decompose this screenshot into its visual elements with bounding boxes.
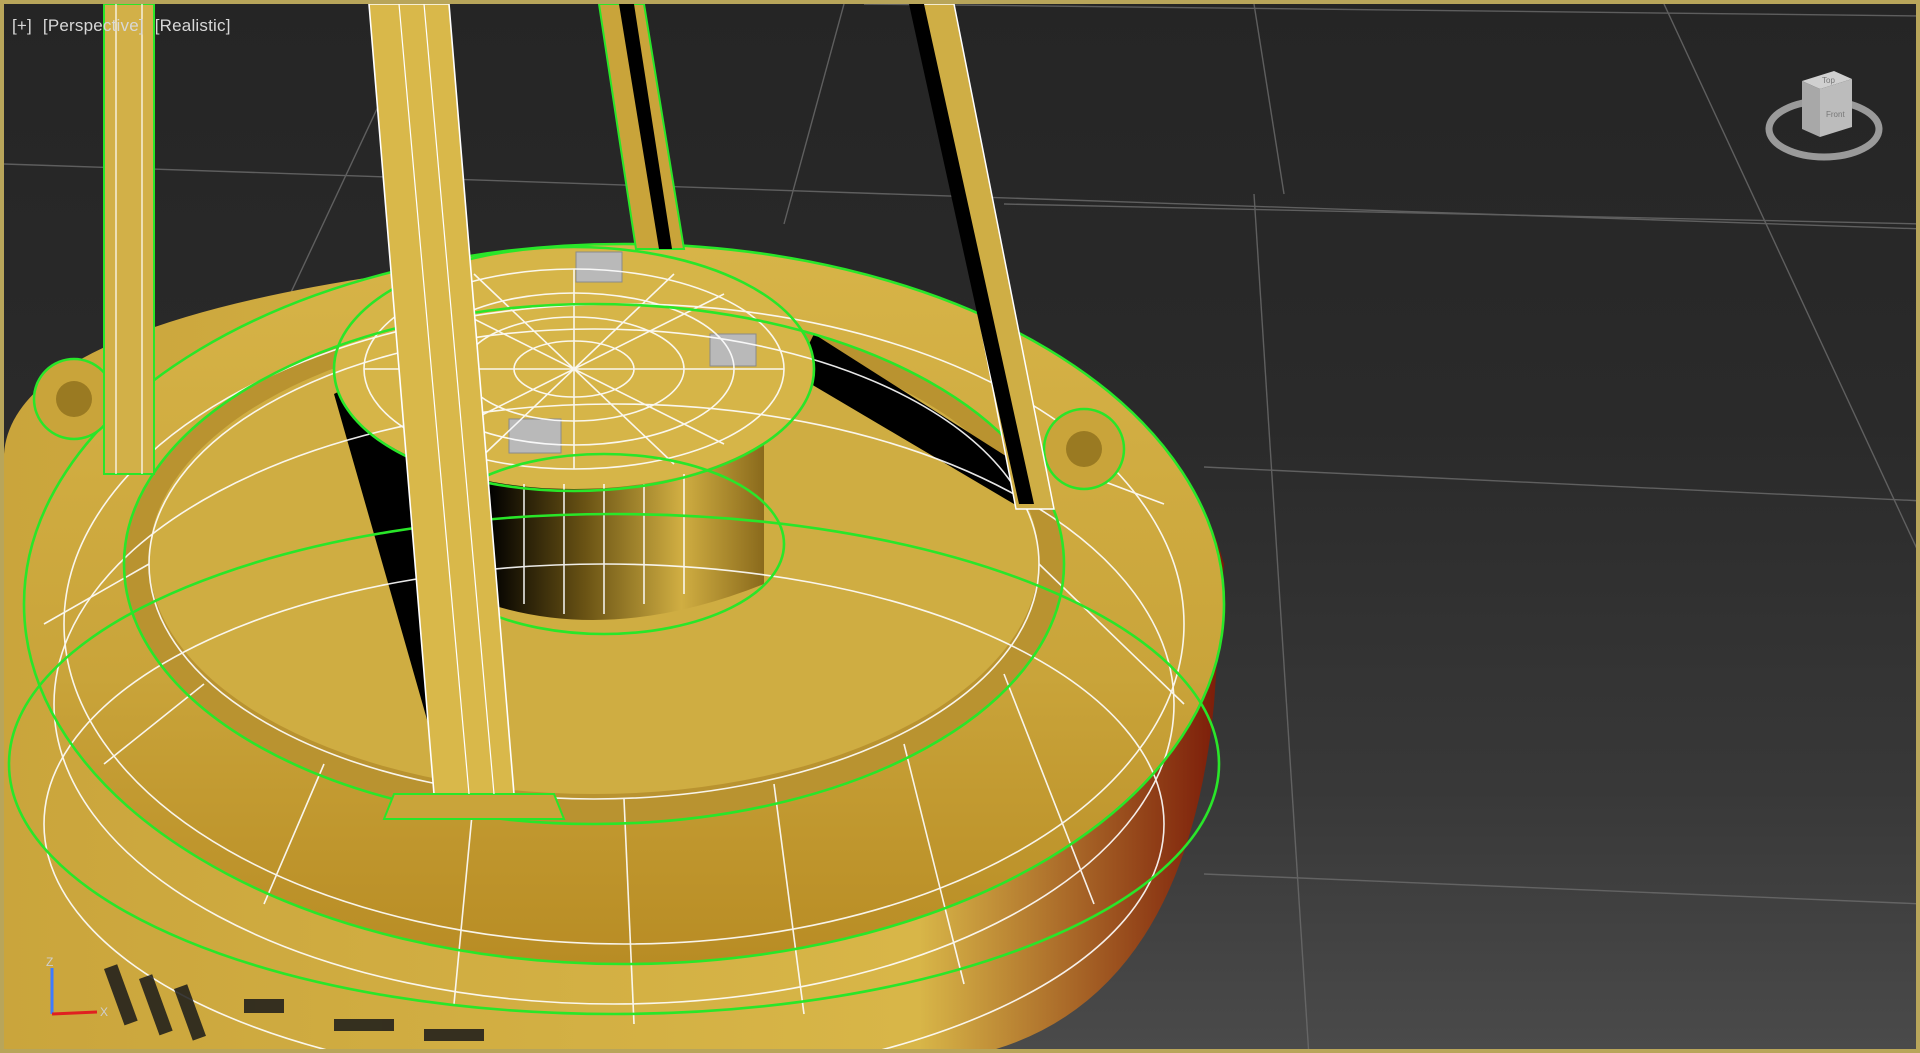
viewport-general-menu[interactable]: [+] bbox=[12, 16, 32, 35]
viewport-shading-menu[interactable]: [Realistic] bbox=[155, 16, 231, 35]
viewport-view-menu[interactable]: [Perspective] bbox=[43, 16, 144, 35]
viewport-label-menu: [+] [Perspective] [Realistic] bbox=[12, 16, 237, 36]
viewcube-front-label: Front bbox=[1826, 110, 1845, 119]
axis-x-label: X bbox=[100, 1005, 108, 1019]
lamp-base-model bbox=[4, 4, 1226, 1049]
perspective-viewport[interactable]: [+] [Perspective] [Realistic] Top Front … bbox=[0, 0, 1920, 1053]
viewcube-top-label: Top bbox=[1822, 76, 1835, 85]
axis-z-label: Z bbox=[46, 955, 53, 969]
axis-tripod-icon: Z X bbox=[46, 955, 108, 1019]
viewport-scene[interactable] bbox=[4, 4, 1920, 1053]
viewcube-icon[interactable]: Top Front bbox=[1764, 59, 1884, 169]
